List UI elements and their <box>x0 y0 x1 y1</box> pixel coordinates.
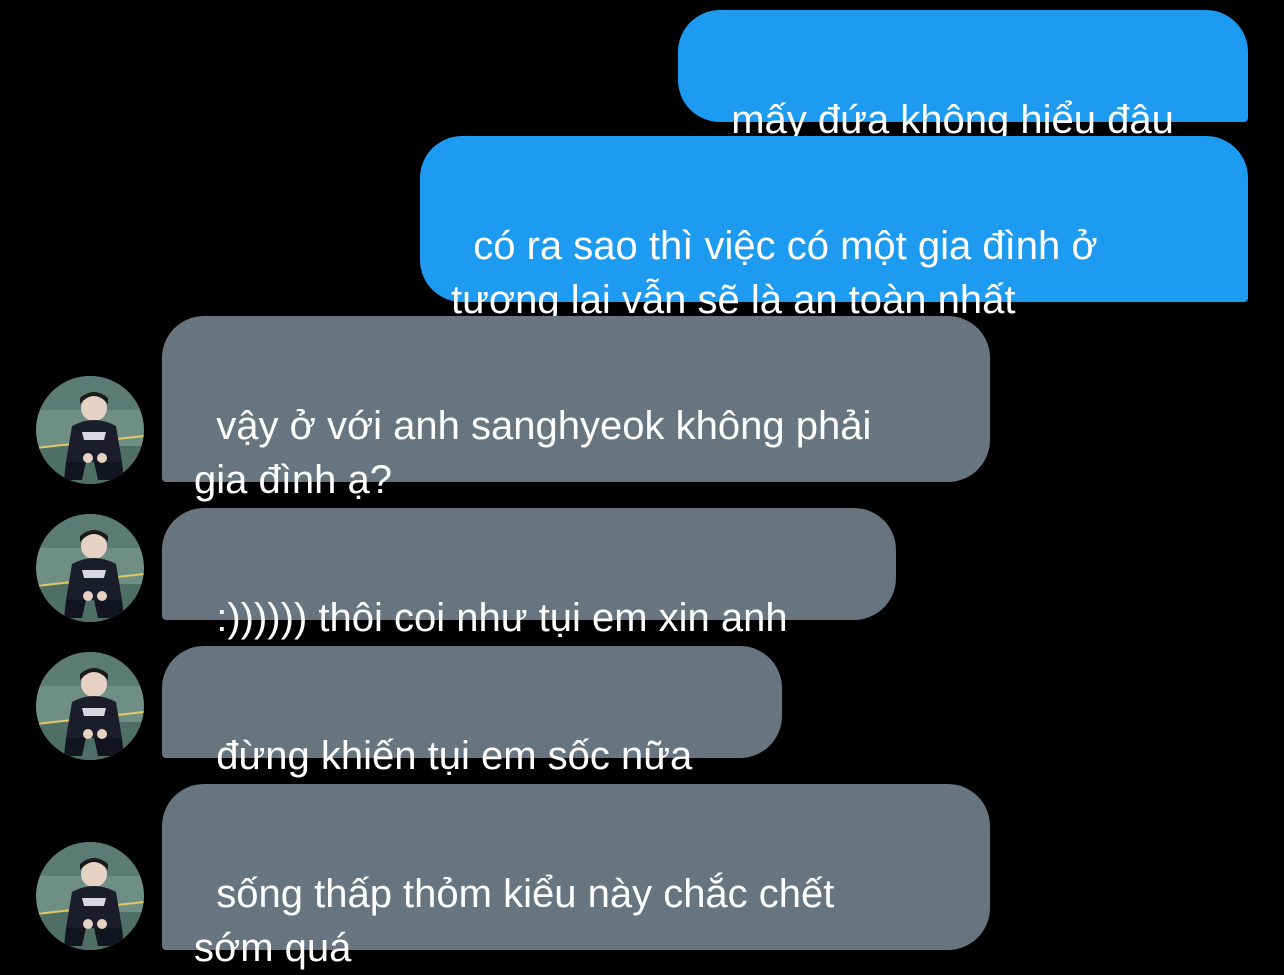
incoming-message-bubble[interactable]: :)))))) thôi coi như tụi em xin anh <box>162 508 896 640</box>
message-text: có ra sao thì việc có một gia đình ở tươ… <box>451 224 1098 322</box>
incoming-message-bubble[interactable]: đừng khiến tụi em sốc nữa <box>162 646 782 778</box>
message-text: vậy ở với anh sanghyeok không phải gia đ… <box>194 404 872 502</box>
outgoing-message-bubble[interactable]: mấy đứa không hiểu đâu <box>678 10 1248 142</box>
user-avatar-icon[interactable] <box>36 514 144 622</box>
dm-conversation: { "colors": { "background": "#000000", "… <box>0 0 1284 970</box>
incoming-message-bubble[interactable]: sống thấp thỏm kiểu này chắc chết sớm qu… <box>162 784 990 970</box>
avatar-photo <box>36 514 144 622</box>
incoming-message-bubble[interactable]: vậy ở với anh sanghyeok không phải gia đ… <box>162 316 990 502</box>
message-text: đừng khiến tụi em sốc nữa <box>216 734 693 778</box>
message-text: sống thấp thỏm kiểu này chắc chết sớm qu… <box>194 872 835 970</box>
avatar-photo <box>36 842 144 950</box>
user-avatar-icon[interactable] <box>36 842 144 950</box>
avatar-photo <box>36 376 144 484</box>
outgoing-message-bubble[interactable]: có ra sao thì việc có một gia đình ở tươ… <box>420 136 1248 322</box>
user-avatar-icon[interactable] <box>36 376 144 484</box>
user-avatar-icon[interactable] <box>36 652 144 760</box>
message-text: :)))))) thôi coi như tụi em xin anh <box>216 596 788 640</box>
avatar-photo <box>36 652 144 760</box>
